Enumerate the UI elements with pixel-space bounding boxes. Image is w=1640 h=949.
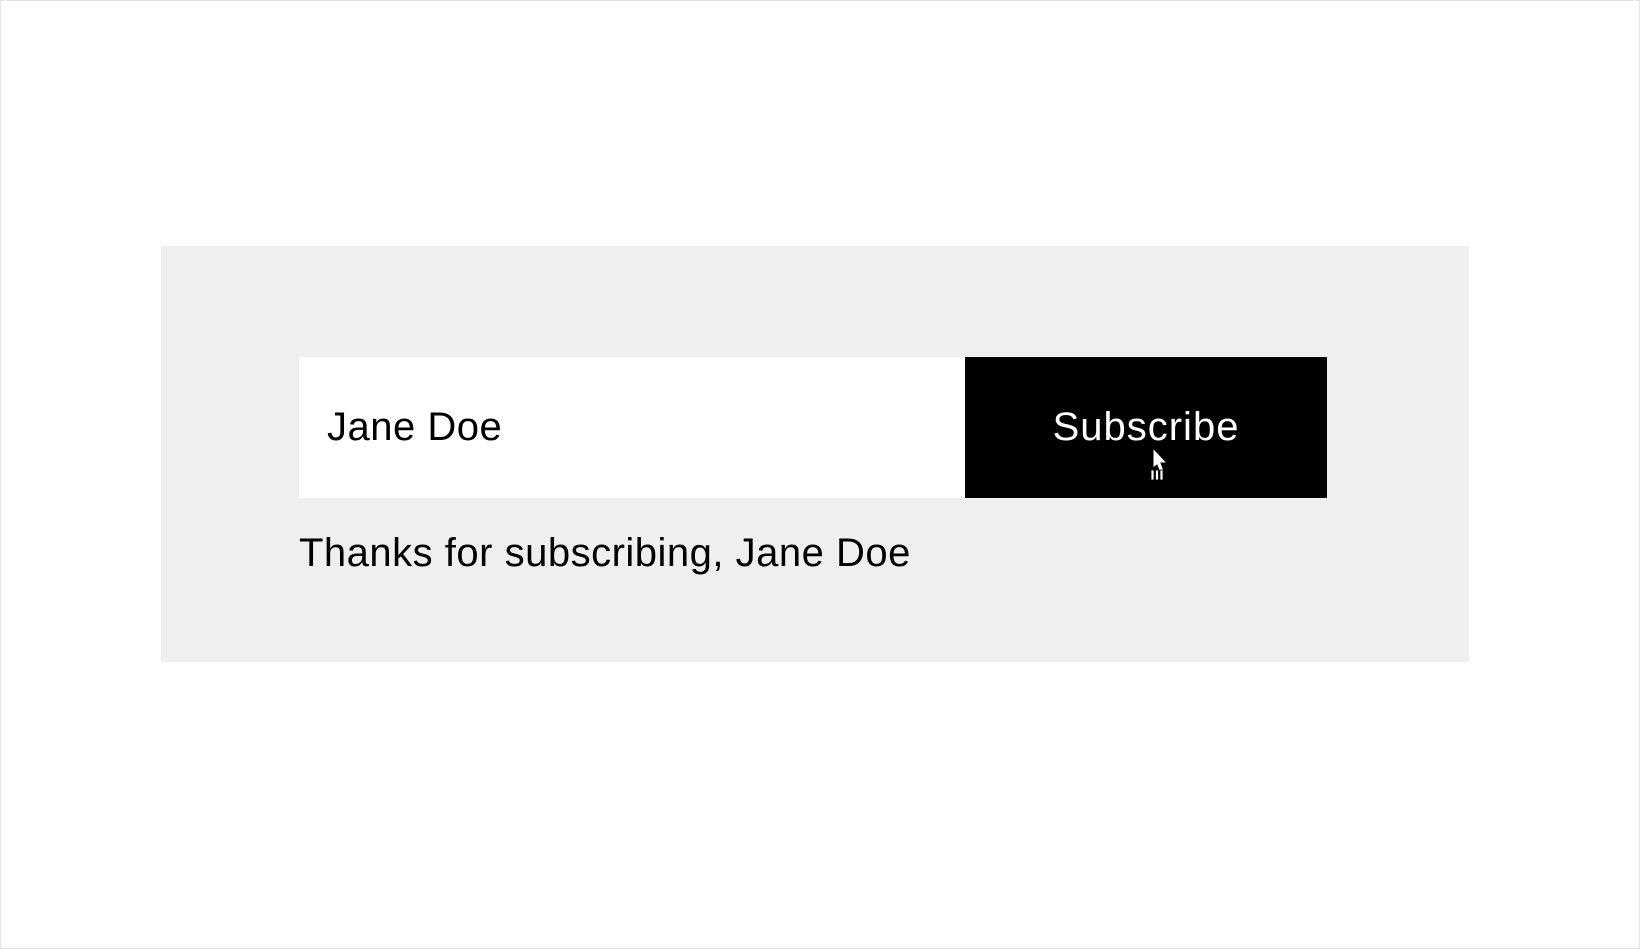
subscribe-form-row: Subscribe — [299, 357, 1327, 498]
subscribe-button-label: Subscribe — [1053, 405, 1240, 450]
app-frame: Subscribe Thanks for subscribing, Jane D… — [0, 0, 1640, 949]
subscribe-button[interactable]: Subscribe — [965, 357, 1327, 498]
confirmation-message: Thanks for subscribing, Jane Doe — [299, 531, 911, 576]
name-input[interactable] — [299, 357, 965, 498]
